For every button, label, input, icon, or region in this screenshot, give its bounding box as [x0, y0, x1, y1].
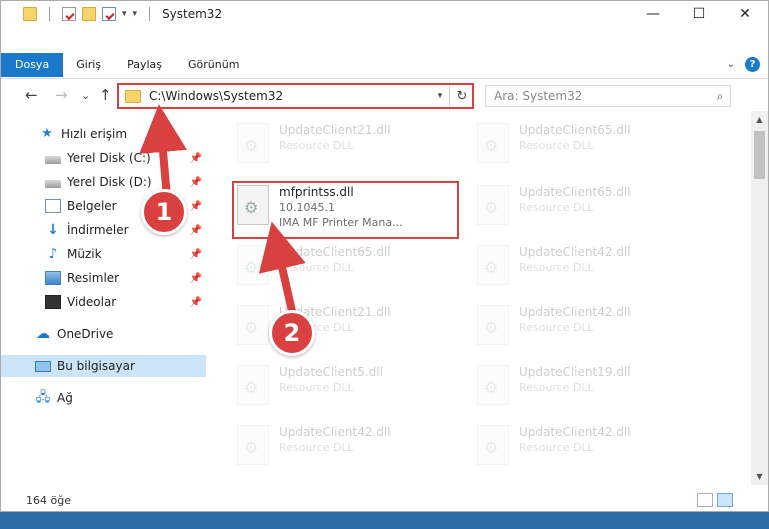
arrow-to-address-bar [139, 104, 187, 199]
step-2-badge: 2 [269, 310, 315, 356]
arrow-to-file [258, 221, 306, 321]
step-1-badge: 1 [141, 189, 187, 235]
annotation-arrows [139, 104, 306, 321]
